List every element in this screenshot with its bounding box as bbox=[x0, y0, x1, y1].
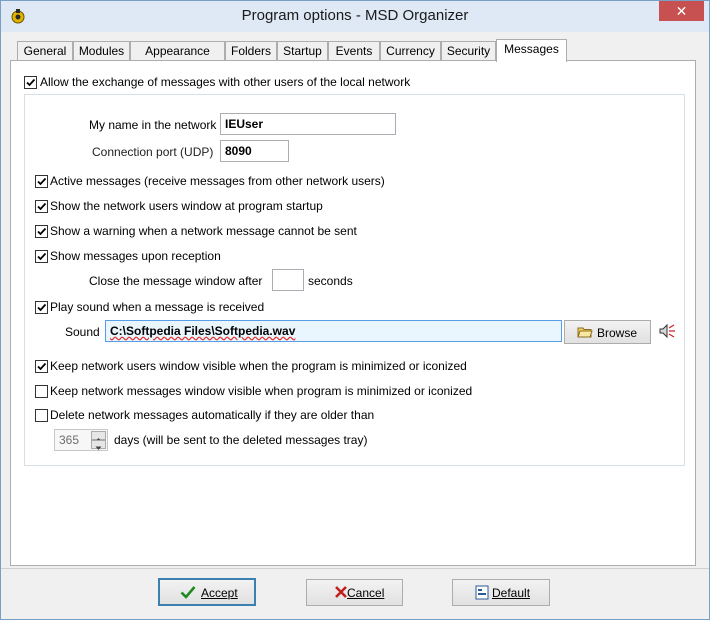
play-sound-checkbox[interactable] bbox=[35, 301, 48, 314]
tab-label: Messages bbox=[504, 42, 559, 56]
tab-security[interactable]: Security bbox=[441, 41, 496, 61]
tab-appearance[interactable]: Appearance bbox=[130, 41, 225, 61]
accept-button[interactable]: Accept bbox=[158, 578, 256, 606]
keep-users-visible-label: Keep network users window visible when t… bbox=[50, 359, 467, 373]
checkmark-icon bbox=[180, 586, 196, 599]
delete-old-messages-checkbox[interactable] bbox=[35, 409, 48, 422]
tab-label: Security bbox=[446, 44, 491, 58]
show-on-reception-checkbox[interactable] bbox=[35, 250, 48, 263]
accept-label: Accept bbox=[201, 586, 238, 600]
tab-label: Startup bbox=[283, 44, 322, 58]
tab-label: General bbox=[23, 44, 67, 58]
network-name-input[interactable]: IEUser bbox=[220, 113, 396, 135]
close-button[interactable]: ✕ bbox=[659, 1, 704, 21]
check-icon bbox=[37, 362, 47, 371]
speaker-icon[interactable] bbox=[658, 322, 676, 340]
days-spinner[interactable]: 365 bbox=[54, 429, 108, 451]
check-icon bbox=[37, 252, 47, 261]
tab-general[interactable]: General bbox=[17, 41, 73, 61]
folder-open-icon bbox=[577, 327, 593, 338]
keep-users-visible-checkbox[interactable] bbox=[35, 360, 48, 373]
sound-file-input[interactable]: C:\Softpedia Files\Softpedia.wav bbox=[105, 320, 562, 342]
cancel-label: Cancel bbox=[347, 586, 385, 600]
days-value: 365 bbox=[59, 433, 80, 447]
delete-old-messages-label: Delete network messages automatically if… bbox=[50, 408, 375, 422]
check-icon bbox=[37, 177, 47, 186]
default-settings-icon bbox=[475, 585, 489, 600]
allow-exchange-checkbox[interactable] bbox=[24, 76, 37, 89]
browse-button[interactable]: Browse bbox=[564, 320, 651, 344]
show-users-window-checkbox[interactable] bbox=[35, 200, 48, 213]
sound-label: Sound bbox=[65, 325, 100, 339]
tab-label: Currency bbox=[386, 44, 435, 58]
close-icon: ✕ bbox=[675, 3, 688, 19]
tab-events[interactable]: Events bbox=[328, 41, 380, 61]
tab-currency[interactable]: Currency bbox=[380, 41, 441, 61]
cancel-x-icon bbox=[335, 586, 347, 598]
keep-messages-visible-label: Keep network messages window visible whe… bbox=[50, 384, 473, 398]
tab-modules[interactable]: Modules bbox=[73, 41, 130, 61]
tab-label: Modules bbox=[78, 44, 125, 58]
active-messages-label: Active messages (receive messages from o… bbox=[50, 174, 385, 188]
show-users-window-label: Show the network users window at program… bbox=[50, 199, 323, 213]
check-icon bbox=[37, 303, 47, 312]
footer-separator bbox=[1, 568, 709, 569]
cancel-button[interactable]: Cancel bbox=[306, 579, 403, 606]
check-icon bbox=[37, 202, 47, 211]
title-bar[interactable]: Program options - MSD Organizer ✕ bbox=[1, 1, 709, 32]
check-icon bbox=[26, 78, 36, 87]
name-label: My name in the network bbox=[89, 118, 217, 132]
show-warning-checkbox[interactable] bbox=[35, 225, 48, 238]
show-warning-label: Show a warning when a network message ca… bbox=[50, 224, 357, 238]
close-after-label: Close the message window after bbox=[89, 274, 263, 288]
tab-startup[interactable]: Startup bbox=[277, 41, 328, 61]
show-on-reception-label: Show messages upon reception bbox=[50, 249, 221, 263]
spinner-up-icon[interactable] bbox=[91, 431, 106, 442]
browse-label: Browse bbox=[597, 326, 638, 340]
tab-label: Folders bbox=[230, 44, 271, 58]
keep-messages-visible-checkbox[interactable] bbox=[35, 385, 48, 398]
close-after-seconds-input[interactable] bbox=[272, 269, 304, 291]
tab-label: Appearance bbox=[145, 44, 210, 58]
tab-label: Events bbox=[335, 44, 373, 58]
spinner-down-icon[interactable] bbox=[91, 440, 106, 450]
default-label: Default bbox=[492, 586, 531, 600]
seconds-label: seconds bbox=[308, 274, 353, 288]
tab-messages[interactable]: Messages bbox=[496, 39, 567, 62]
window-title: Program options - MSD Organizer bbox=[241, 7, 469, 24]
days-label: days (will be sent to the deleted messag… bbox=[114, 433, 368, 447]
options-window: Program options - MSD Organizer ✕ Genera… bbox=[0, 0, 710, 620]
allow-exchange-label: Allow the exchange of messages with othe… bbox=[40, 75, 411, 89]
tab-folders[interactable]: Folders bbox=[225, 41, 277, 61]
play-sound-label: Play sound when a message is received bbox=[50, 300, 265, 314]
port-label: Connection port (UDP) bbox=[92, 145, 214, 159]
default-button[interactable]: Default bbox=[452, 579, 550, 606]
port-input[interactable]: 8090 bbox=[220, 140, 289, 162]
check-icon bbox=[37, 227, 47, 236]
active-messages-checkbox[interactable] bbox=[35, 175, 48, 188]
